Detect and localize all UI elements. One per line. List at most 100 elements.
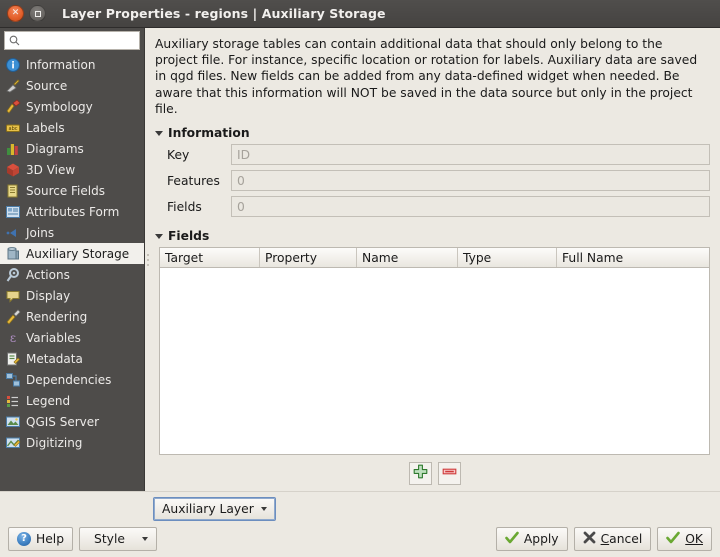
fields-table-body[interactable] <box>160 268 709 454</box>
search-box[interactable] <box>4 31 140 50</box>
cancel-rest: ancel <box>609 532 642 546</box>
sidebar-item-display[interactable]: Display <box>0 285 144 306</box>
sidebar-item-auxiliary-storage[interactable]: Auxiliary Storage <box>0 243 144 264</box>
auxiliary-layer-label: Auxiliary Layer <box>162 502 254 516</box>
information-form: Key ID Features 0 Fields 0 <box>153 144 710 217</box>
check-icon <box>666 531 680 548</box>
sidebar-item-qgis-server[interactable]: QGIS Server <box>0 411 144 432</box>
sidebar-item-attributes-form[interactable]: Attributes Form <box>0 201 144 222</box>
cancel-button[interactable]: Cancel <box>574 527 652 551</box>
chevron-down-icon <box>261 507 267 511</box>
footer-right-buttons: Apply Cancel OK <box>496 527 712 551</box>
sidebar-item-label: Labels <box>26 121 65 135</box>
apply-button[interactable]: Apply <box>496 527 568 551</box>
sidebar-item-diagrams[interactable]: Diagrams <box>0 138 144 159</box>
form-row-fields: Fields 0 <box>159 196 710 217</box>
rendering-icon <box>5 309 21 325</box>
metadata-icon <box>5 351 21 367</box>
source-fields-icon <box>5 183 21 199</box>
sidebar-item-label: Auxiliary Storage <box>26 247 129 261</box>
sidebar-item-label: Legend <box>26 394 70 408</box>
sidebar-item-metadata[interactable]: Metadata <box>0 348 144 369</box>
fields-table-header: Target Property Name Type Full Name <box>160 248 709 268</box>
column-header-name[interactable]: Name <box>357 248 458 267</box>
symbology-icon <box>5 99 21 115</box>
add-field-button[interactable] <box>409 462 432 485</box>
joins-icon <box>5 225 21 241</box>
fields-group-header[interactable]: Fields <box>153 229 710 243</box>
sidebar-item-label: Information <box>26 58 95 72</box>
style-button[interactable]: Style <box>79 527 157 551</box>
form-row-key: Key ID <box>159 144 710 165</box>
auxiliary-storage-icon <box>5 246 21 262</box>
fields-field[interactable]: 0 <box>231 196 710 217</box>
layer-properties-dialog: ✕ Layer Properties - regions | Auxiliary… <box>0 0 720 557</box>
sidebar-item-label: Variables <box>26 331 81 345</box>
column-header-property[interactable]: Property <box>260 248 357 267</box>
sidebar-item-variables[interactable]: ε Variables <box>0 327 144 348</box>
sidebar-item-joins[interactable]: Joins <box>0 222 144 243</box>
3d-view-icon <box>5 162 21 178</box>
sidebar-item-source-fields[interactable]: Source Fields <box>0 180 144 201</box>
column-header-type[interactable]: Type <box>458 248 557 267</box>
title-bar: ✕ Layer Properties - regions | Auxiliary… <box>0 0 720 28</box>
information-icon <box>5 57 21 73</box>
window-controls: ✕ <box>0 5 46 22</box>
remove-field-button[interactable] <box>438 462 461 485</box>
ok-button[interactable]: OK <box>657 527 712 551</box>
sidebar-item-source[interactable]: Source <box>0 75 144 96</box>
sidebar-item-label: Joins <box>26 226 54 240</box>
dialog-body: Information Source Symbology a <box>0 28 720 491</box>
features-field[interactable]: 0 <box>231 170 710 191</box>
key-label: Key <box>159 148 223 162</box>
sidebar-item-labels[interactable]: abc Labels <box>0 117 144 138</box>
cancel-label: Cancel <box>601 532 643 546</box>
fields-group-title: Fields <box>168 229 209 243</box>
chevron-down-icon <box>142 537 148 541</box>
sidebar-item-label: 3D View <box>26 163 75 177</box>
sidebar-item-symbology[interactable]: Symbology <box>0 96 144 117</box>
sidebar-item-digitizing[interactable]: Digitizing <box>0 432 144 453</box>
digitizing-icon <box>5 435 21 451</box>
sidebar-item-label: Rendering <box>26 310 87 324</box>
auxiliary-storage-content: Auxiliary storage tables can contain add… <box>151 28 720 491</box>
qgis-server-icon <box>5 414 21 430</box>
labels-icon: abc <box>5 120 21 136</box>
ok-label: OK <box>685 532 703 546</box>
chevron-down-icon <box>155 234 163 239</box>
help-button[interactable]: ? Help <box>8 527 73 551</box>
auxiliary-layer-button[interactable]: Auxiliary Layer <box>153 497 276 521</box>
form-row-features: Features 0 <box>159 170 710 191</box>
splitter-handle-dots <box>147 254 149 266</box>
maximize-icon[interactable] <box>29 5 46 22</box>
features-label: Features <box>159 174 223 188</box>
sidebar-item-rendering[interactable]: Rendering <box>0 306 144 327</box>
sidebar-item-label: Symbology <box>26 100 93 114</box>
key-field[interactable]: ID <box>231 144 710 165</box>
column-header-target[interactable]: Target <box>160 248 260 267</box>
information-group-header[interactable]: Information <box>153 126 710 140</box>
sidebar-item-3d-view[interactable]: 3D View <box>0 159 144 180</box>
sidebar-item-legend[interactable]: Legend <box>0 390 144 411</box>
search-input[interactable] <box>24 34 135 47</box>
source-icon <box>5 78 21 94</box>
sidebar-item-information[interactable]: Information <box>0 54 144 75</box>
remove-minus-icon <box>442 464 457 483</box>
cancel-accel: C <box>601 532 610 546</box>
column-header-full-name[interactable]: Full Name <box>557 248 709 267</box>
svg-text:ε: ε <box>10 331 16 345</box>
close-icon[interactable]: ✕ <box>7 5 24 22</box>
sidebar-item-dependencies[interactable]: Dependencies <box>0 369 144 390</box>
sidebar-item-label: QGIS Server <box>26 415 99 429</box>
svg-text:abc: abc <box>9 126 18 132</box>
add-plus-icon <box>413 464 428 483</box>
sidebar-item-actions[interactable]: Actions <box>0 264 144 285</box>
help-label: Help <box>36 532 64 546</box>
fields-table-buttons <box>153 455 710 491</box>
variables-icon: ε <box>5 330 21 346</box>
fields-table: Target Property Name Type Full Name <box>159 247 710 455</box>
sidebar: Information Source Symbology a <box>0 28 145 491</box>
check-icon <box>505 531 519 548</box>
sidebar-item-label: Digitizing <box>26 436 82 450</box>
window-title: Layer Properties - regions | Auxiliary S… <box>62 6 386 21</box>
